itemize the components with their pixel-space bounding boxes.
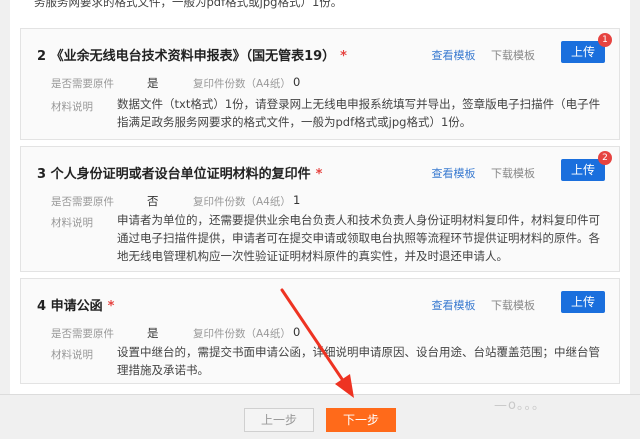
material-card-3: 3 个人身份证明或者设台单位证明材料的复印件 * 查看模板 下载模板 上传 2 是否… [20,146,620,272]
view-template-link[interactable]: 查看模板 [432,49,476,62]
required-mark: * [315,167,323,182]
upload-button[interactable]: 上传 1 [561,33,612,63]
view-template-link[interactable]: 查看模板 [432,167,476,180]
description-label: 材料说明 [51,349,93,361]
description-label: 材料说明 [51,217,93,229]
material-title: 2 《业余无线电台技术资料申报表》（国无管表19） * [37,49,347,64]
description-text: 设置中继台的，需提交书面申请公函，详细说明申请原因、设台用途、台站覆盖范围；中继… [117,345,600,377]
watermark: —o。。。 [494,398,546,413]
template-links: 查看模板 下载模板 [432,165,536,181]
copies-label: 复印件份数（A4纸） [193,78,291,90]
template-links: 查看模板 下载模板 [432,47,536,63]
copies-value: 0 [293,75,301,89]
original-required-label: 是否需要原件 [51,196,114,208]
materials-panel: 务服务网要求的格式文件，一般为pdf格式或jpg格式）1份。 2 《业余无线电台… [10,0,630,394]
description-label: 材料说明 [51,101,93,113]
description-text: 申请者为单位的，还需要提供业余电台负责人和技术负责人身份证明材料复印件，材料复印… [117,213,600,263]
download-template-link[interactable]: 下载模板 [491,299,535,312]
upload-button[interactable]: 上传 [561,291,605,313]
original-required-label: 是否需要原件 [51,328,114,340]
original-required-label: 是否需要原件 [51,78,114,90]
original-required-value: 是 [147,326,159,340]
copies-value: 0 [293,325,301,339]
copies-value: 1 [293,193,301,207]
upload-count-badge: 1 [598,33,612,47]
download-template-link[interactable]: 下载模板 [491,167,535,180]
original-required-value: 是 [147,76,159,90]
material-card-4: 4 申请公函 * 查看模板 下载模板 上传 是否需要原件 是 复印件份数（A4纸）… [20,278,620,384]
view-template-link[interactable]: 查看模板 [432,299,476,312]
template-links: 查看模板 下载模板 [432,297,536,313]
next-step-button[interactable]: 下一步 [326,408,396,432]
required-mark: * [107,299,115,314]
previous-step-button[interactable]: 上一步 [244,408,314,432]
description-text: 数据文件（txt格式）1份，请登录网上无线电申报系统填写并导出，签章版电子扫描件… [117,97,601,129]
material-title: 3 个人身份证明或者设台单位证明材料的复印件 * [37,167,323,182]
copies-label: 复印件份数（A4纸） [193,328,291,340]
previous-item-description-fragment: 务服务网要求的格式文件，一般为pdf格式或jpg格式）1份。 [34,0,343,9]
material-title: 4 申请公函 * [37,299,115,314]
copies-label: 复印件份数（A4纸） [193,196,291,208]
original-required-value: 否 [147,194,159,208]
required-mark: * [340,49,347,64]
material-card-2: 2 《业余无线电台技术资料申报表》（国无管表19） * 查看模板 下载模板 上传 1… [20,28,620,140]
upload-count-badge: 2 [598,151,612,165]
upload-button[interactable]: 上传 2 [561,151,612,181]
download-template-link[interactable]: 下载模板 [491,49,535,62]
